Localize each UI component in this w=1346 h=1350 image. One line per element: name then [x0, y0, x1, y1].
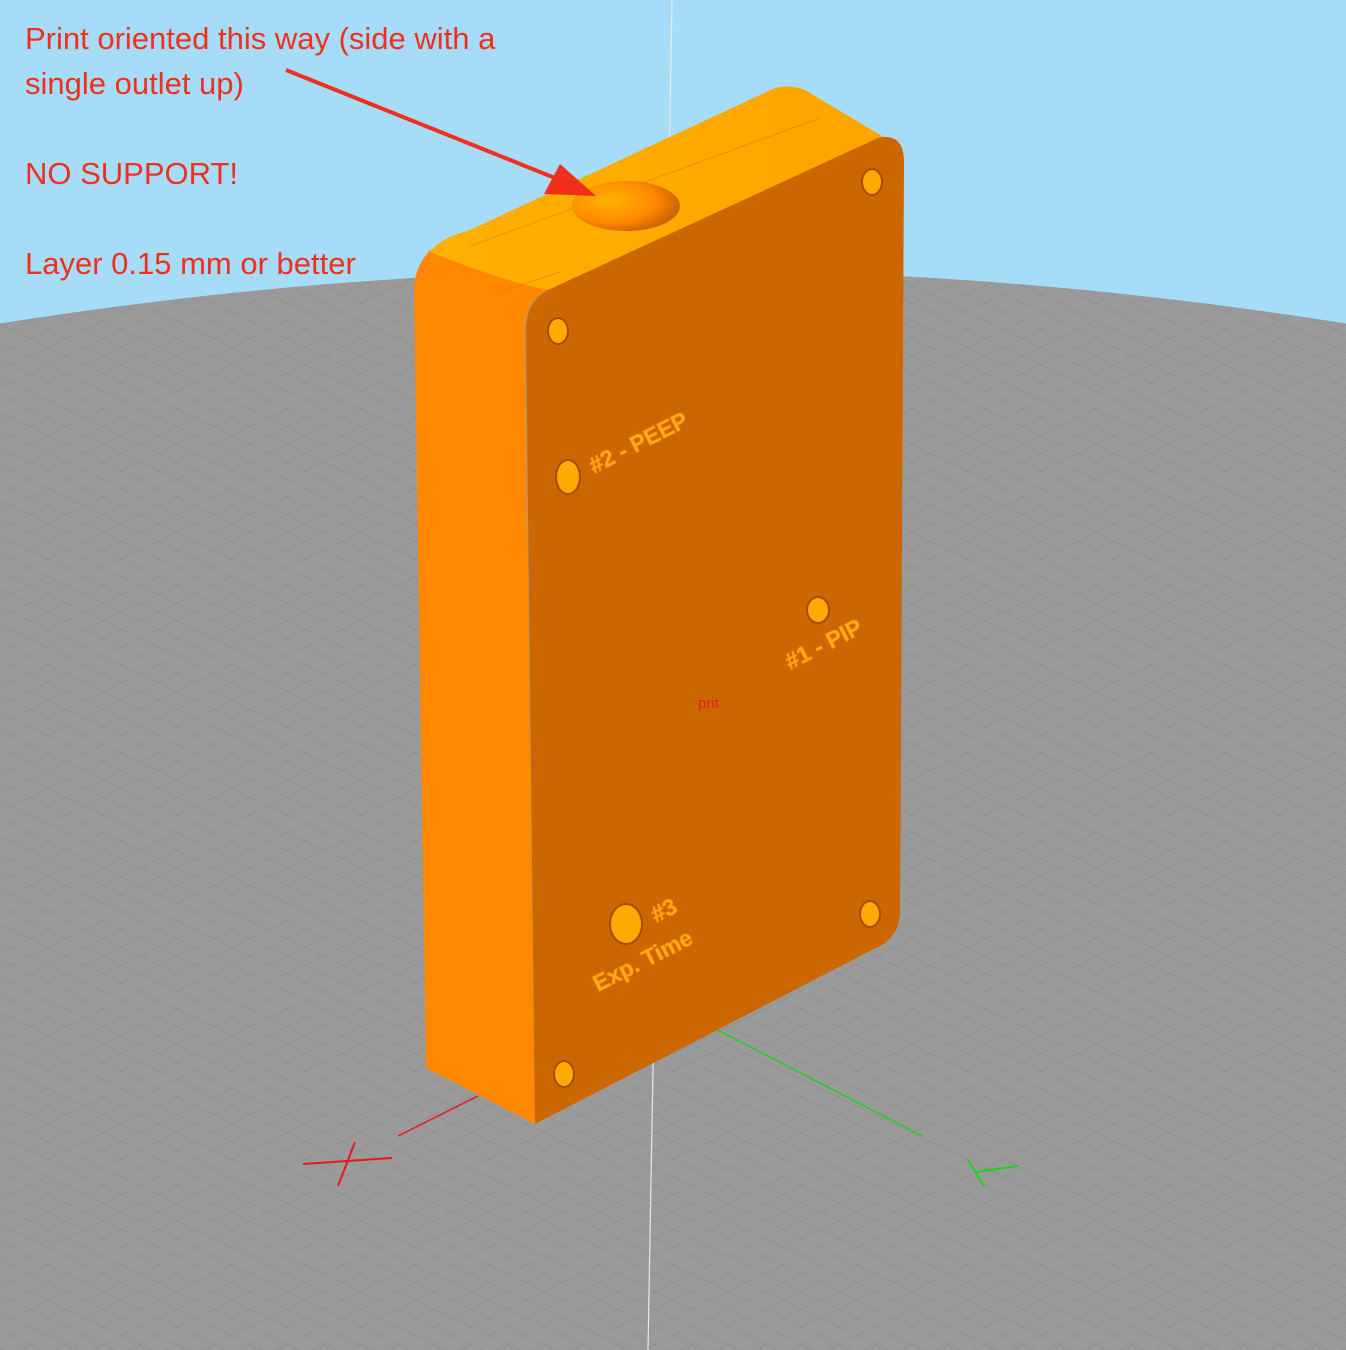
outlet-hole — [572, 181, 680, 231]
enclosure-model[interactable]: #2 - PEEP #1 - PIP #3 Exp. Time — [414, 86, 904, 1124]
control-hole-1 — [806, 596, 830, 624]
object-center-label: prit — [698, 695, 719, 712]
annotation-orientation-line-1: Print oriented this way (side with a — [25, 21, 496, 56]
mount-hole-top-right — [861, 168, 883, 196]
scene-canvas[interactable]: #2 - PEEP #1 - PIP #3 Exp. Time — [0, 0, 1346, 1350]
control-hole-3 — [609, 903, 643, 945]
mount-hole-top-left — [547, 317, 569, 345]
annotation-orientation-line-2: single outlet up) — [25, 66, 244, 101]
annotation-no-support: NO SUPPORT! — [25, 156, 239, 191]
mount-hole-bottom-right — [859, 900, 881, 928]
mount-hole-bottom-left — [553, 1060, 575, 1088]
control-hole-2 — [555, 459, 581, 495]
3d-viewport[interactable]: #2 - PEEP #1 - PIP #3 Exp. Time Print or… — [0, 0, 1346, 1350]
annotation-layer-height: Layer 0.15 mm or better — [25, 246, 356, 281]
